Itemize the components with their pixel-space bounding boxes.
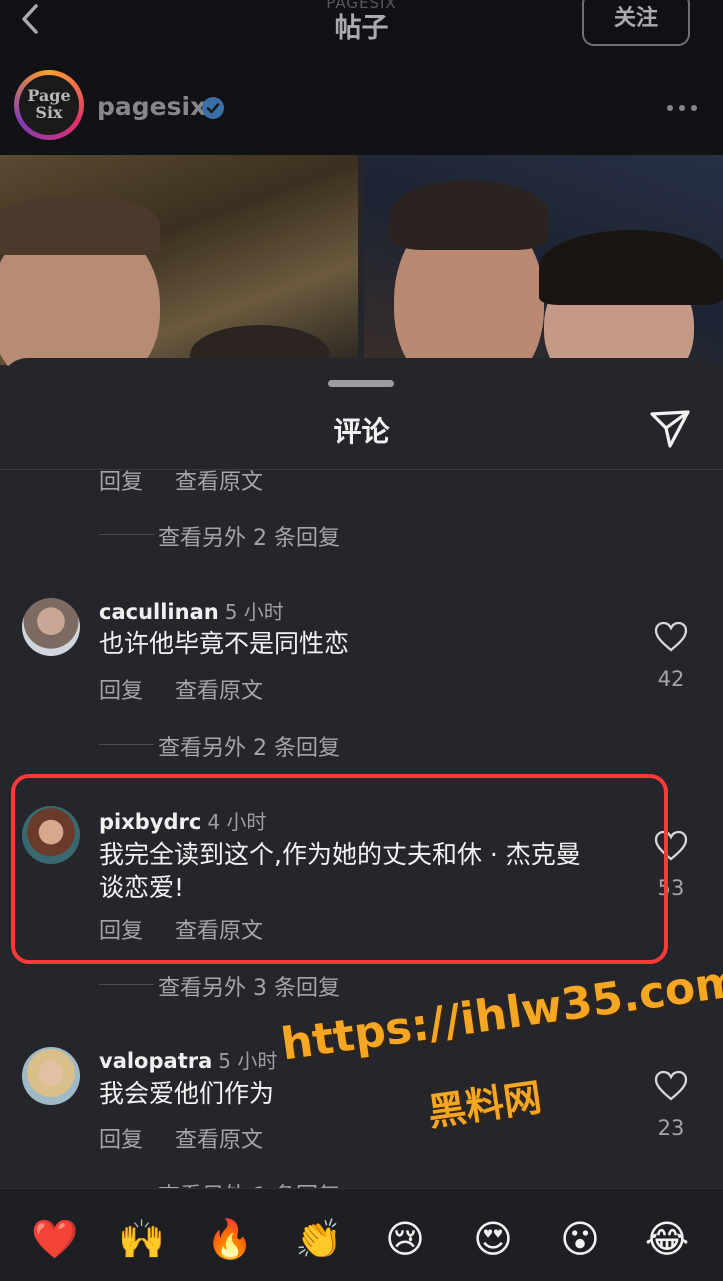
laughing-emoji-button[interactable]: 😂 xyxy=(644,1216,690,1262)
verified-badge-icon xyxy=(202,97,224,119)
heart-emoji-button[interactable]: ❤️ xyxy=(31,1216,78,1262)
author-username[interactable]: pagesix xyxy=(97,92,206,121)
highlight-box xyxy=(11,774,668,964)
photo-hair xyxy=(539,230,723,305)
post-photo-left[interactable] xyxy=(0,155,358,395)
fire-emoji-button[interactable]: 🔥 xyxy=(206,1216,253,1262)
comments-title: 评论 xyxy=(333,415,390,448)
view-original-button[interactable]: 查看原文 xyxy=(175,1122,263,1154)
like-heart-icon[interactable] xyxy=(654,621,688,653)
photo-hair xyxy=(389,180,549,250)
sheet-drag-handle[interactable] xyxy=(328,380,394,387)
post-photo-right[interactable] xyxy=(364,155,723,395)
comment-text: 也许他毕竟不是同性恋 xyxy=(99,629,350,658)
reply-button[interactable]: 回复 xyxy=(99,673,143,705)
comment-text: 我会爱他们作为 xyxy=(99,1079,275,1108)
emoji-reaction-bar xyxy=(0,1188,723,1281)
comment-time: 5 小时 xyxy=(218,1049,278,1073)
view-more-replies[interactable]: 查看另外 2 条回复 xyxy=(158,520,340,552)
heart-eyes-emoji-button[interactable]: 😍 xyxy=(470,1216,516,1262)
commenter-avatar[interactable] xyxy=(22,598,80,656)
comment-username[interactable]: valopatra xyxy=(99,1049,212,1073)
comment-header: cacullinan 5 小时 xyxy=(99,596,284,625)
follow-button[interactable]: 关注 xyxy=(582,0,690,46)
comment-header: valopatra 5 小时 xyxy=(99,1045,277,1074)
view-original-button[interactable]: 查看原文 xyxy=(175,464,263,496)
reply-button[interactable]: 回复 xyxy=(99,464,143,496)
more-options-icon[interactable] xyxy=(666,104,698,112)
photo-hair xyxy=(0,195,160,255)
like-count: 23 xyxy=(657,1116,685,1140)
like-count: 42 xyxy=(657,667,685,691)
avatar-logo-text-2: Six xyxy=(35,103,63,122)
comment-time: 5 小时 xyxy=(224,600,284,624)
raised-hands-emoji-button[interactable]: 🙌 xyxy=(118,1216,165,1262)
avatar-logo-text-1: Page xyxy=(27,86,71,105)
replies-divider-line xyxy=(99,984,154,985)
surprised-emoji-button[interactable]: 😮 xyxy=(557,1216,603,1262)
commenter-avatar[interactable] xyxy=(22,1047,80,1105)
reply-button[interactable]: 回复 xyxy=(99,1122,143,1154)
view-original-button[interactable]: 查看原文 xyxy=(175,673,263,705)
author-avatar[interactable]: Page Six xyxy=(19,75,79,135)
share-send-icon[interactable] xyxy=(648,406,692,450)
crying-emoji-button[interactable]: 😢 xyxy=(382,1216,428,1262)
replies-divider-line xyxy=(99,744,154,745)
view-more-replies[interactable]: 查看另外 2 条回复 xyxy=(158,730,340,762)
comment-username[interactable]: cacullinan xyxy=(99,600,219,624)
view-more-replies[interactable]: 查看另外 3 条回复 xyxy=(158,970,340,1002)
replies-divider-line xyxy=(99,534,154,535)
like-heart-icon[interactable] xyxy=(654,1070,688,1102)
clap-emoji-button[interactable]: 👏 xyxy=(295,1216,342,1262)
